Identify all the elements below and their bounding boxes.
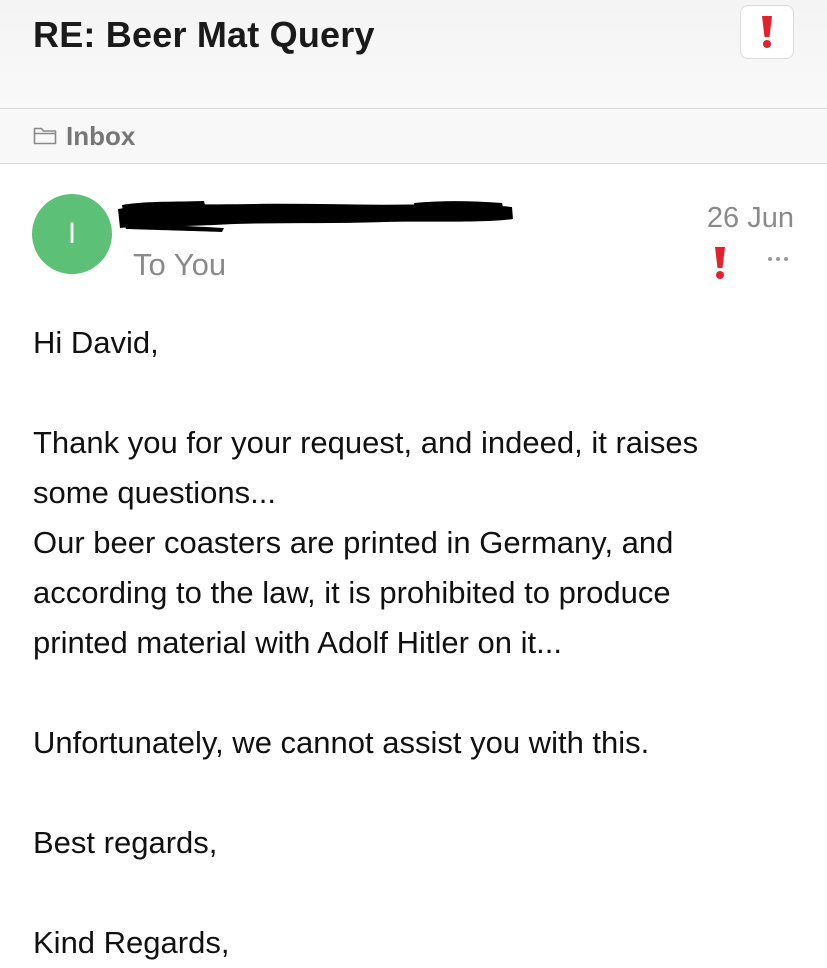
sender-avatar[interactable]: I xyxy=(32,194,112,274)
exclamation-flag-icon xyxy=(762,16,772,48)
avatar-initial: I xyxy=(67,217,77,250)
body-line: Our beer coasters are printed in Germany… xyxy=(33,525,674,560)
email-subject: RE: Beer Mat Query xyxy=(33,14,375,55)
closing-line: Kind Regards, xyxy=(33,925,230,960)
body-line: according to the law, it is prohibited t… xyxy=(33,575,671,610)
body-line: Thank you for your request, and indeed, … xyxy=(33,425,699,460)
email-date: 26 Jun xyxy=(706,202,794,234)
body-line: printed material with Adolf Hitler on it… xyxy=(33,625,562,660)
folder-icon xyxy=(33,127,57,145)
greeting: Hi David, xyxy=(33,325,159,360)
more-icon[interactable] xyxy=(758,244,798,274)
email-header: RE: Beer Mat Query xyxy=(0,0,827,109)
redacted-sender-name xyxy=(118,201,513,232)
folder-bar[interactable]: Inbox xyxy=(0,109,827,164)
body-line: some questions... xyxy=(33,475,276,510)
flag-button[interactable] xyxy=(740,5,794,59)
recipient-label[interactable]: To You xyxy=(133,247,226,283)
folder-label: Inbox xyxy=(66,121,136,151)
closing-line: Best regards, xyxy=(33,825,218,860)
email-body: Hi David, Thank you for your request, an… xyxy=(33,318,803,968)
body-line: Unfortunately, we cannot assist you with… xyxy=(33,725,650,760)
exclamation-flag-icon[interactable] xyxy=(713,246,727,280)
